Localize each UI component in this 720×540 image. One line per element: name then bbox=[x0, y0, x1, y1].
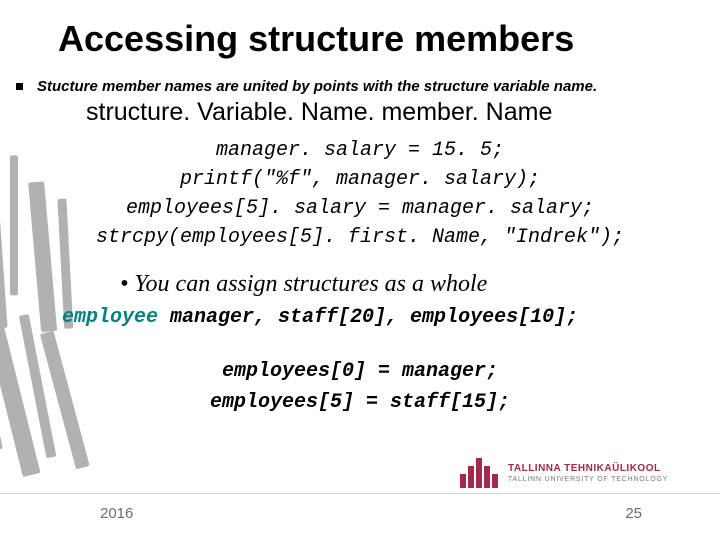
code-line: employees[0] = manager; bbox=[0, 356, 720, 387]
sub-bullet: • You can assign structures as a whole bbox=[120, 271, 487, 298]
footer-page-number: 25 bbox=[625, 505, 642, 522]
code-example-1: manager. salary = 15. 5; printf("%f", ma… bbox=[0, 136, 720, 252]
declaration-line: employee manager, staff[20], employees[1… bbox=[62, 306, 578, 329]
logo-text-secondary: TALLINN UNIVERSITY OF TECHNOLOGY bbox=[508, 476, 668, 483]
footer-year: 2016 bbox=[100, 505, 133, 522]
bullet-text: Stucture member names are united by poin… bbox=[37, 78, 597, 95]
main-bullet: Stucture member names are united by poin… bbox=[16, 78, 714, 95]
bullet-square-icon bbox=[16, 83, 23, 90]
code-line: strcpy(employees[5]. first. Name, "Indre… bbox=[0, 223, 720, 252]
slide-title: Accessing structure members bbox=[58, 18, 574, 60]
logo-text-primary: TALLINNA TEHNIKAÜLIKOOL bbox=[508, 464, 668, 474]
footer-divider bbox=[0, 493, 720, 494]
code-line: manager. salary = 15. 5; bbox=[0, 136, 720, 165]
code-line: employees[5] = staff[15]; bbox=[0, 387, 720, 418]
member-access-syntax: structure. Variable. Name. member. Name bbox=[86, 98, 552, 127]
logo-text: TALLINNA TEHNIKAÜLIKOOL TALLINN UNIVERSI… bbox=[508, 464, 668, 483]
code-line: employees[5]. salary = manager. salary; bbox=[0, 194, 720, 223]
declaration-rest: manager, staff[20], employees[10]; bbox=[158, 306, 578, 329]
type-keyword: employee bbox=[62, 306, 158, 329]
code-line: printf("%f", manager. salary); bbox=[0, 165, 720, 194]
code-example-2: employees[0] = manager; employees[5] = s… bbox=[0, 356, 720, 418]
logo-bars-icon bbox=[460, 458, 500, 488]
university-logo: TALLINNA TEHNIKAÜLIKOOL TALLINN UNIVERSI… bbox=[460, 456, 690, 490]
